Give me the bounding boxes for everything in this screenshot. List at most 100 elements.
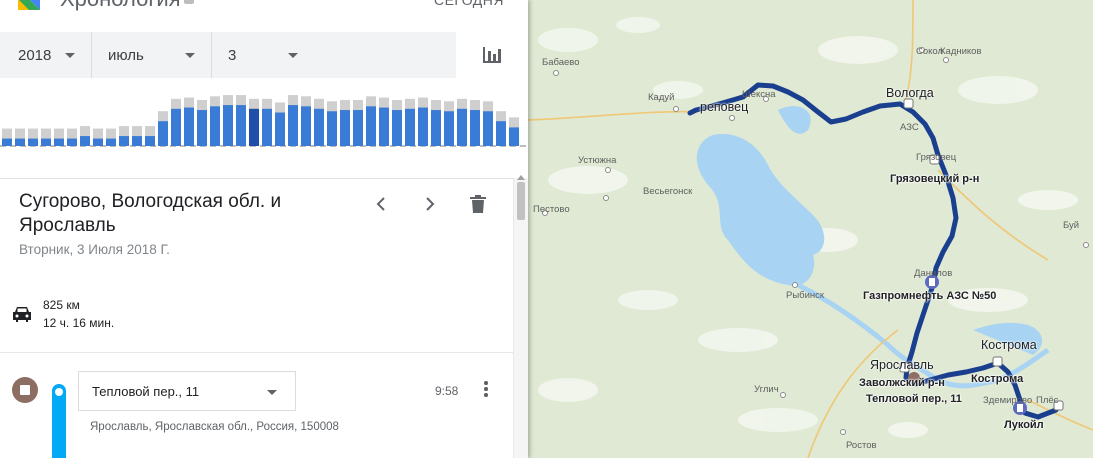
chevron-down-icon xyxy=(185,53,195,58)
chevron-down-icon xyxy=(267,390,277,395)
histogram-day-bar[interactable] xyxy=(418,107,428,146)
map-label-yaroslavl: Ярославль xyxy=(870,358,934,372)
histogram-day-bar[interactable] xyxy=(379,107,389,146)
map-label-uglich: Углич xyxy=(754,384,779,395)
map-marker-lukoil[interactable]: Лукойл xyxy=(1004,419,1044,431)
map-label-gryazovets-district: Грязовецкий р-н xyxy=(890,173,980,185)
bar-chart-icon xyxy=(483,47,501,63)
histogram-day-bar[interactable] xyxy=(197,110,207,146)
histogram-day-bar[interactable] xyxy=(80,136,90,146)
histogram-day-bar[interactable] xyxy=(275,112,285,146)
map-label-sheksna: Шексна xyxy=(742,89,776,100)
histogram-day-bar[interactable] xyxy=(470,110,480,146)
histogram-day-bar[interactable] xyxy=(106,138,116,146)
histogram-day-bar[interactable] xyxy=(392,110,402,146)
histogram-day-bar[interactable] xyxy=(457,108,467,146)
chevron-down-icon xyxy=(288,53,298,58)
place-stop-icon xyxy=(12,377,38,403)
map-marker-teplovoy[interactable]: Тепловой пер., 11 xyxy=(866,393,962,405)
map-label-ustyuzhna: Устюжна xyxy=(578,155,617,166)
histogram-day-bar[interactable] xyxy=(301,106,311,146)
map-label-cherepovets: реповец xyxy=(700,100,749,114)
trip-distance: 825 км xyxy=(43,298,80,312)
day-title: Сугорово, Вологодская обл. и Ярославль xyxy=(19,191,282,236)
histogram-day-bar[interactable] xyxy=(41,138,51,146)
histogram-day-bar[interactable] xyxy=(236,105,246,146)
year-value: 2018 xyxy=(18,46,52,64)
visit-time: 9:58 xyxy=(435,384,459,398)
histogram-day-bar[interactable] xyxy=(223,105,233,146)
map-label-buy: Буй xyxy=(1063,220,1080,231)
histogram-day-bar[interactable] xyxy=(340,110,350,146)
month-value: июль xyxy=(108,46,144,64)
histogram-day-bar[interactable] xyxy=(483,111,493,146)
histogram-day-bar[interactable] xyxy=(15,138,25,146)
histogram-day-bar[interactable] xyxy=(496,121,506,146)
chevron-right-icon xyxy=(426,197,435,211)
timeline-dot xyxy=(55,388,63,396)
histogram-day-bar[interactable] xyxy=(132,136,142,146)
histogram-day-bar[interactable] xyxy=(119,136,129,146)
activity-histogram[interactable] xyxy=(0,78,528,179)
map-label-kadnikov: Кадников xyxy=(940,46,982,57)
map-label-gazprom: Газпромнефть АЗС №50 xyxy=(863,290,997,302)
map-canvas[interactable]: Бабаево Кадуй реповец Шексна Сокол Кадни… xyxy=(528,0,1093,458)
map-label-gryazovets: Грязовец xyxy=(916,152,957,163)
month-select[interactable]: июль xyxy=(92,32,212,78)
place-select[interactable]: Тепловой пер., 11 xyxy=(78,371,296,411)
histogram-day-bar[interactable] xyxy=(327,111,337,146)
histogram-day-bar[interactable] xyxy=(171,108,181,146)
map-marker-kostroma[interactable]: Кострома xyxy=(971,373,1023,385)
histogram-day-bar[interactable] xyxy=(262,108,272,146)
map-label-vologda: Вологда xyxy=(886,86,934,100)
maps-logo-icon[interactable] xyxy=(18,0,40,10)
next-day-button[interactable] xyxy=(418,192,442,216)
map-label-danilov: Данилов xyxy=(914,268,953,279)
histogram-day-bar[interactable] xyxy=(67,138,77,146)
day-date: Вторник, 3 Июля 2018 Г. xyxy=(19,242,170,257)
scroll-up-icon[interactable] xyxy=(517,175,525,180)
histogram-day-bar[interactable] xyxy=(366,106,376,146)
map-label-kostroma: Кострома xyxy=(981,338,1037,352)
divider xyxy=(0,352,513,353)
map-label-vesyegonsk: Весьегонск xyxy=(643,186,693,197)
histogram-day-bar[interactable] xyxy=(184,107,194,146)
trip-duration: 12 ч. 16 мин. xyxy=(43,316,115,330)
histogram-day-bar[interactable] xyxy=(314,108,324,146)
place-name: Тепловой пер., 11 xyxy=(92,384,200,399)
today-button[interactable]: СЕГОДНЯ xyxy=(434,0,504,8)
previous-day-button[interactable] xyxy=(369,192,393,216)
histogram-day-bar[interactable] xyxy=(431,110,441,146)
map-label-sokol: Сокол xyxy=(916,46,944,57)
chevron-left-icon xyxy=(376,197,385,211)
histogram-day-bar[interactable] xyxy=(353,110,363,146)
scrollbar[interactable] xyxy=(513,175,528,458)
histogram-day-bar[interactable] xyxy=(210,106,220,146)
bar-chart-toggle-button[interactable] xyxy=(456,32,528,78)
more-options-button[interactable] xyxy=(480,381,492,401)
histogram-day-bar[interactable] xyxy=(145,136,155,146)
trash-icon xyxy=(470,195,486,213)
histogram-day-bar[interactable] xyxy=(288,105,298,146)
date-selectors: 2018 июль 3 xyxy=(0,32,528,78)
histogram-day-bar[interactable] xyxy=(405,108,415,146)
year-select[interactable]: 2018 xyxy=(0,32,92,78)
histogram-day-bar[interactable] xyxy=(158,121,168,146)
histogram-day-bar[interactable] xyxy=(2,138,12,146)
histogram-day-bar[interactable] xyxy=(93,138,103,146)
map-label-azs: АЗС xyxy=(900,122,919,133)
histogram-day-bar[interactable] xyxy=(509,127,519,146)
map-label-pestovo: Пестово xyxy=(533,204,570,215)
place-address: Ярославль, Ярославская обл., Россия, 150… xyxy=(90,421,339,433)
map-label-kaduy: Кадуй xyxy=(648,92,675,103)
lock-icon xyxy=(184,0,194,4)
delete-day-button[interactable] xyxy=(466,192,490,216)
day-select[interactable]: 3 xyxy=(212,32,314,78)
histogram-day-bar[interactable] xyxy=(28,138,38,146)
histogram-day-bar[interactable] xyxy=(444,111,454,146)
histogram-day-bar[interactable] xyxy=(249,108,259,146)
histogram-day-bar[interactable] xyxy=(54,138,64,146)
chevron-down-icon xyxy=(65,53,75,58)
day-value: 3 xyxy=(228,46,237,64)
scroll-thumb[interactable] xyxy=(517,182,525,220)
